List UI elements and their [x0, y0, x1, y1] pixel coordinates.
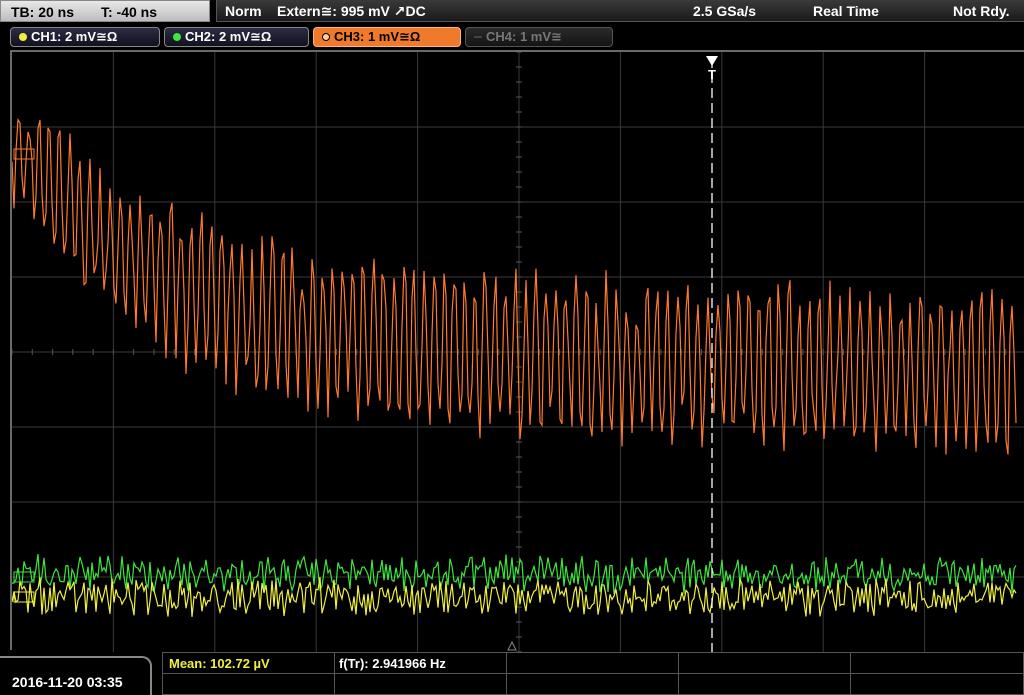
sample-rate: 2.5 GSa/s — [693, 3, 757, 19]
trigger-source: Extern≅: 995 mV ↗DC — [277, 3, 426, 19]
channel-3-tab[interactable]: CH3: 1 mV≅Ω — [313, 27, 461, 47]
waveform-display[interactable]: T — [10, 50, 1024, 652]
datetime-box: 2016-11-20 03:35 — [0, 656, 152, 695]
waveform-canvas: T — [12, 52, 1024, 652]
channel-4-dash-icon — [474, 35, 482, 38]
channel-1-label: CH1: 2 mV≅Ω — [31, 29, 118, 44]
channel-4-label: CH4: 1 mV≅ — [486, 29, 562, 44]
mean-measurement: Mean: 102.72 µV — [169, 656, 270, 671]
channel-2-label: CH2: 2 mV≅Ω — [185, 29, 272, 44]
trigger-time-label: T: -40 ns — [101, 4, 158, 20]
acquisition-status-bar[interactable]: Norm Extern≅: 995 mV ↗DC 2.5 GSa/s Real … — [216, 0, 1024, 22]
trigger-mode: Norm — [225, 3, 262, 19]
timebase-label: TB: 20 ns — [11, 4, 75, 20]
frequency-measurement: f(Tr): 2.941966 Hz — [339, 656, 446, 671]
measurement-panel[interactable]: Mean: 102.72 µV f(Tr): 2.941966 Hz — [162, 652, 1024, 695]
datetime-label: 2016-11-20 03:35 — [12, 674, 123, 690]
trigger-arrow-icon — [706, 56, 718, 66]
channel-4-tab[interactable]: CH4: 1 mV≅ — [465, 27, 613, 47]
ground-offset-marker-icon — [507, 640, 517, 651]
channel-1-tab[interactable]: CH1: 2 mV≅Ω — [10, 27, 160, 47]
channel-3-trace — [12, 117, 1017, 455]
channel-1-dot-icon — [19, 32, 27, 41]
timebase-box[interactable]: TB: 20 ns T: -40 ns — [0, 0, 210, 22]
acquisition-mode: Real Time — [813, 3, 879, 19]
channel-2-dot-icon — [173, 32, 181, 41]
top-status-bar: TB: 20 ns T: -40 ns Norm Extern≅: 995 mV… — [0, 0, 1024, 24]
trigger-marker-label: T — [708, 67, 716, 82]
channel-3-dot-icon — [322, 32, 330, 41]
channel-2-tab[interactable]: CH2: 2 mV≅Ω — [164, 27, 309, 47]
channel-3-label: CH3: 1 mV≅Ω — [334, 29, 421, 44]
ready-state: Not Rdy. — [953, 3, 1010, 19]
